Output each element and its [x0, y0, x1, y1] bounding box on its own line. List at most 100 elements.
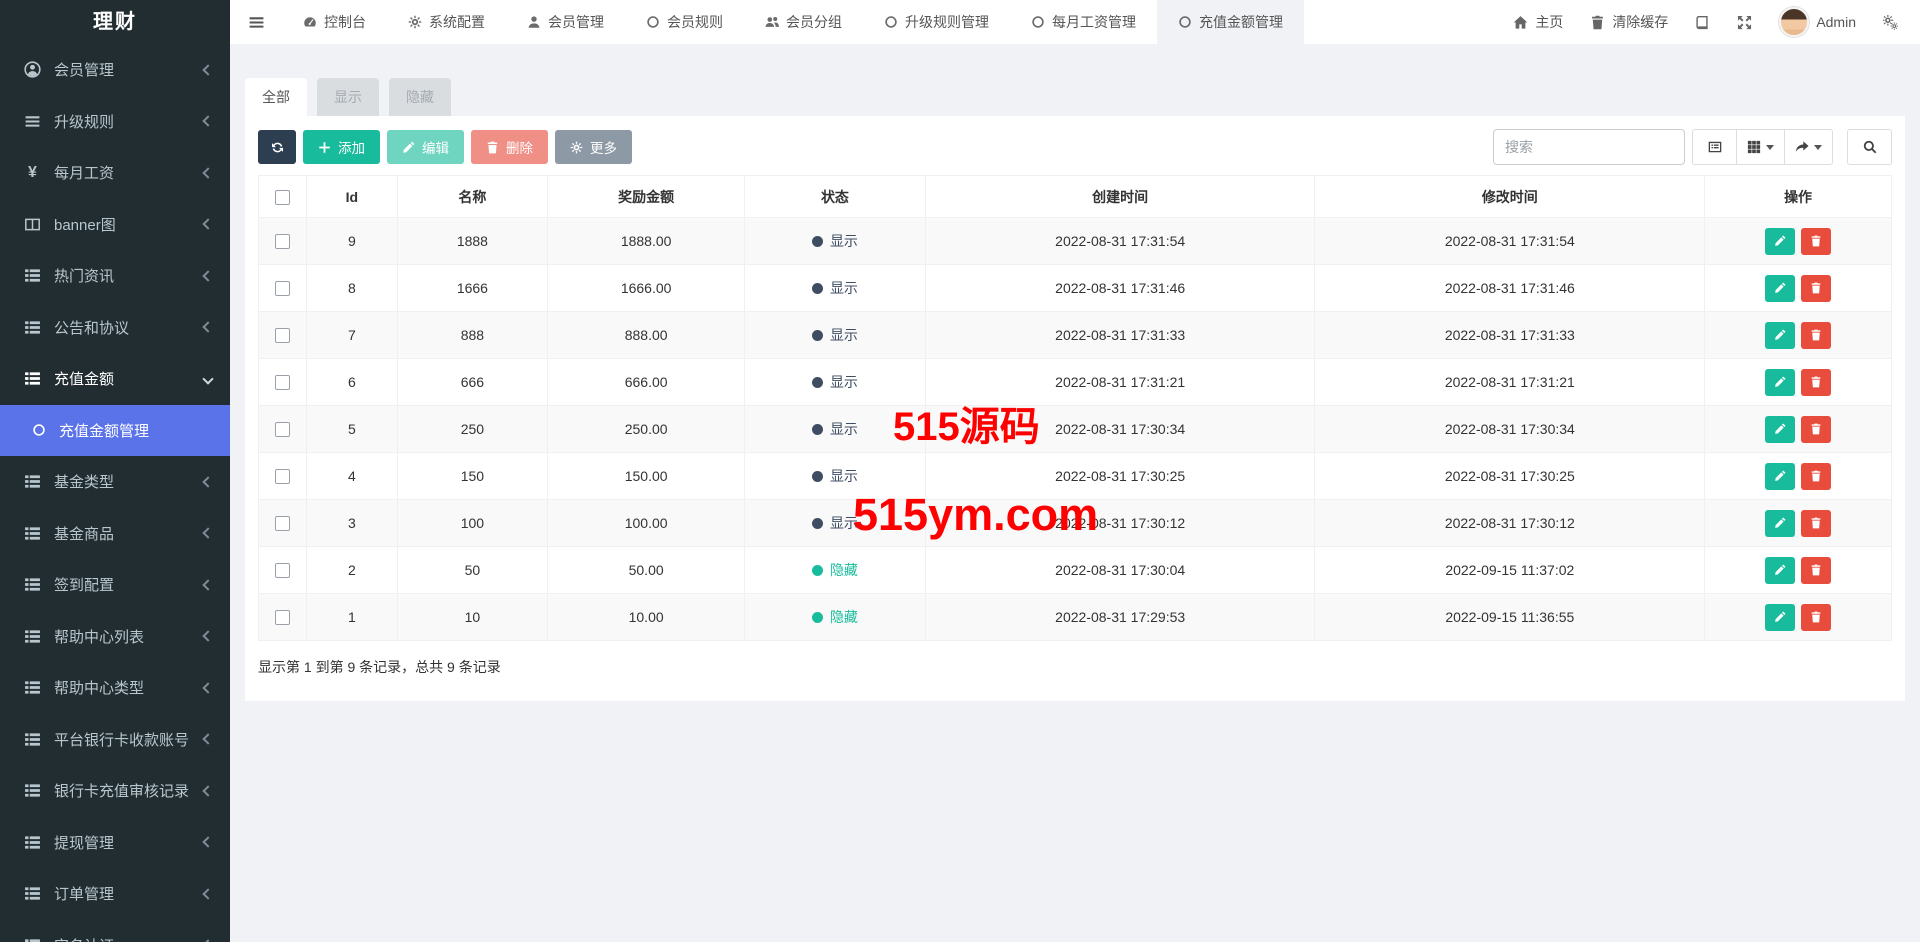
- cell-name: 150: [397, 453, 548, 500]
- row-delete-button[interactable]: [1801, 604, 1831, 631]
- sidebar-item-fund-product[interactable]: 基金商品: [0, 508, 230, 560]
- column-header-amount[interactable]: 奖励金额: [548, 176, 745, 218]
- sidebar-item-label: 平台银行卡收款账号: [54, 729, 189, 750]
- sidebar-item-help-center-list[interactable]: 帮助中心列表: [0, 611, 230, 663]
- settings-button[interactable]: [1883, 15, 1898, 30]
- column-header-modified[interactable]: 修改时间: [1315, 176, 1705, 218]
- topnav-tab-member-management[interactable]: 会员管理: [506, 0, 625, 44]
- sidebar-item-bank-recharge-audit[interactable]: 银行卡充值审核记录: [0, 765, 230, 817]
- row-checkbox[interactable]: [275, 281, 290, 296]
- topnav-tab-system-config[interactable]: 系统配置: [387, 0, 506, 44]
- row-checkbox[interactable]: [275, 328, 290, 343]
- topnav-tab-member-groups[interactable]: 会员分组: [744, 0, 863, 44]
- filter-tab-hide[interactable]: 隐藏: [389, 78, 451, 116]
- circle-o-icon: [32, 423, 46, 437]
- row-checkbox[interactable]: [275, 563, 290, 578]
- sidebar-item-banner[interactable]: banner图: [0, 199, 230, 251]
- row-edit-button[interactable]: [1765, 510, 1795, 537]
- row-checkbox[interactable]: [275, 234, 290, 249]
- common-search-toggle-button[interactable]: [1692, 129, 1737, 165]
- column-header-ops[interactable]: 操作: [1705, 176, 1892, 218]
- column-header-status[interactable]: 状态: [745, 176, 926, 218]
- row-checkbox[interactable]: [275, 610, 290, 625]
- topnav-tab-dashboard[interactable]: 控制台: [282, 0, 387, 44]
- sidebar-item-fund-type[interactable]: 基金类型: [0, 456, 230, 508]
- refresh-button[interactable]: [258, 130, 296, 164]
- sidebar-item-help-center-type[interactable]: 帮助中心类型: [0, 662, 230, 714]
- edit-button[interactable]: 编辑: [387, 130, 464, 164]
- cell-operations: [1705, 453, 1892, 500]
- column-header-name[interactable]: 名称: [397, 176, 548, 218]
- sidebar-item-recharge-amount-management[interactable]: 充值金额管理: [0, 405, 230, 457]
- topnav-tab-recharge-amount-management[interactable]: 充值金额管理: [1157, 0, 1304, 44]
- select-all-checkbox[interactable]: [275, 190, 290, 205]
- language-button[interactable]: [1695, 15, 1710, 30]
- columns-toggle-button[interactable]: [1736, 129, 1785, 165]
- column-header-created[interactable]: 创建时间: [925, 176, 1315, 218]
- row-checkbox[interactable]: [275, 516, 290, 531]
- row-checkbox[interactable]: [275, 469, 290, 484]
- row-edit-button[interactable]: [1765, 322, 1795, 349]
- language-icon: [1695, 15, 1710, 30]
- topnav-tab-label: 升级规则管理: [905, 12, 989, 32]
- row-delete-button[interactable]: [1801, 416, 1831, 443]
- export-button[interactable]: [1784, 129, 1833, 165]
- sidebar-item-announcements[interactable]: 公告和协议: [0, 302, 230, 354]
- pencil-icon: [1774, 329, 1786, 341]
- row-checkbox[interactable]: [275, 422, 290, 437]
- row-delete-button[interactable]: [1801, 463, 1831, 490]
- sidebar-item-member-management[interactable]: 会员管理: [0, 44, 230, 96]
- sidebar-item-signin-config[interactable]: 签到配置: [0, 559, 230, 611]
- gear-icon: [408, 15, 422, 29]
- delete-button[interactable]: 删除: [471, 130, 548, 164]
- search-input[interactable]: [1493, 129, 1685, 165]
- add-button[interactable]: 添加: [303, 130, 380, 164]
- row-edit-button[interactable]: [1765, 463, 1795, 490]
- cell-amount: 150.00: [548, 453, 745, 500]
- row-edit-button[interactable]: [1765, 604, 1795, 631]
- cell-amount: 888.00: [548, 312, 745, 359]
- sidebar-item-platform-bank-accounts[interactable]: 平台银行卡收款账号: [0, 714, 230, 766]
- search-button[interactable]: [1847, 129, 1892, 165]
- clear-cache-label: 清除缓存: [1612, 12, 1668, 32]
- sidebar-item-recharge-amount[interactable]: 充值金额: [0, 353, 230, 405]
- sidebar-item-hot-news[interactable]: 热门资讯: [0, 250, 230, 302]
- sidebar-item-withdrawal-management[interactable]: 提现管理: [0, 817, 230, 869]
- cell-operations: [1705, 359, 1892, 406]
- row-edit-button[interactable]: [1765, 557, 1795, 584]
- cell-modified: 2022-08-31 17:31:33: [1315, 312, 1705, 359]
- user-menu[interactable]: Admin: [1779, 7, 1856, 37]
- cell-modified: 2022-08-31 17:31:46: [1315, 265, 1705, 312]
- filter-tab-all[interactable]: 全部: [245, 78, 307, 116]
- more-button[interactable]: 更多: [555, 130, 632, 164]
- row-delete-button[interactable]: [1801, 228, 1831, 255]
- clear-cache-link[interactable]: 清除缓存: [1590, 12, 1668, 32]
- home-link[interactable]: 主页: [1513, 12, 1563, 32]
- sidebar-item-monthly-salary[interactable]: ¥每月工资: [0, 147, 230, 199]
- row-delete-button[interactable]: [1801, 557, 1831, 584]
- row-delete-button[interactable]: [1801, 322, 1831, 349]
- row-delete-button[interactable]: [1801, 510, 1831, 537]
- filter-tab-show[interactable]: 显示: [317, 78, 379, 116]
- row-edit-button[interactable]: [1765, 228, 1795, 255]
- row-delete-button[interactable]: [1801, 275, 1831, 302]
- menu-toggle-button[interactable]: [230, 0, 282, 44]
- topnav-tab-monthly-salary-management[interactable]: 每月工资管理: [1010, 0, 1157, 44]
- column-header-id[interactable]: Id: [307, 176, 397, 218]
- topbar-right: 主页 清除缓存 Admin: [1513, 0, 1920, 44]
- sidebar-item-realname-auth[interactable]: 实名认证: [0, 920, 230, 942]
- fullscreen-button[interactable]: [1737, 15, 1752, 30]
- row-edit-button[interactable]: [1765, 275, 1795, 302]
- row-edit-button[interactable]: [1765, 369, 1795, 396]
- cell-checkbox: [259, 359, 307, 406]
- cell-created: 2022-08-31 17:30:04: [925, 547, 1315, 594]
- sidebar-item-label: 订单管理: [54, 883, 114, 904]
- sidebar-item-order-management[interactable]: 订单管理: [0, 868, 230, 920]
- topnav-tab-upgrade-rules-management[interactable]: 升级规则管理: [863, 0, 1010, 44]
- row-checkbox[interactable]: [275, 375, 290, 390]
- sidebar-item-upgrade-rules[interactable]: 升级规则: [0, 96, 230, 148]
- cell-checkbox: [259, 547, 307, 594]
- row-edit-button[interactable]: [1765, 416, 1795, 443]
- topnav-tab-member-rules[interactable]: 会员规则: [625, 0, 744, 44]
- row-delete-button[interactable]: [1801, 369, 1831, 396]
